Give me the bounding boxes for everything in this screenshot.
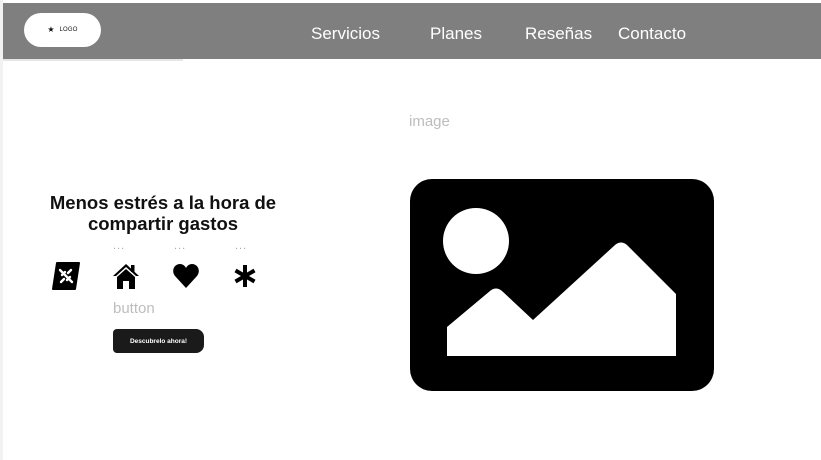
image-placeholder-label: image — [409, 113, 450, 130]
home-icon — [111, 261, 141, 291]
header-bar: ★ LOGO Servicios Planes Reseñas Contacto — [3, 3, 821, 59]
nav-resenas[interactable]: Reseñas — [525, 24, 592, 44]
feature-label: ... — [235, 240, 248, 252]
logo-text: LOGO — [59, 27, 78, 33]
header-underline — [3, 59, 183, 61]
asterisk-icon — [230, 261, 260, 291]
nav-contacto[interactable]: Contacto — [618, 24, 686, 44]
broken-link-icon — [51, 261, 81, 291]
logo[interactable]: ★ LOGO — [24, 13, 101, 47]
feature-label: ... — [174, 240, 187, 252]
nav-servicios[interactable]: Servicios — [311, 24, 380, 44]
button-placeholder-label: button — [113, 300, 155, 317]
nav-planes[interactable]: Planes — [430, 24, 482, 44]
landing-page: ★ LOGO Servicios Planes Reseñas Contacto… — [0, 0, 821, 460]
hero-heading: Menos estrés a la hora de compartir gast… — [49, 192, 277, 234]
heart-icon — [171, 261, 201, 291]
star-icon: ★ — [47, 25, 55, 34]
cta-button[interactable]: Descubrelo ahora! — [113, 329, 204, 353]
feature-label: ... — [113, 240, 126, 252]
image-placeholder-icon — [410, 179, 714, 391]
left-edge — [0, 0, 3, 460]
